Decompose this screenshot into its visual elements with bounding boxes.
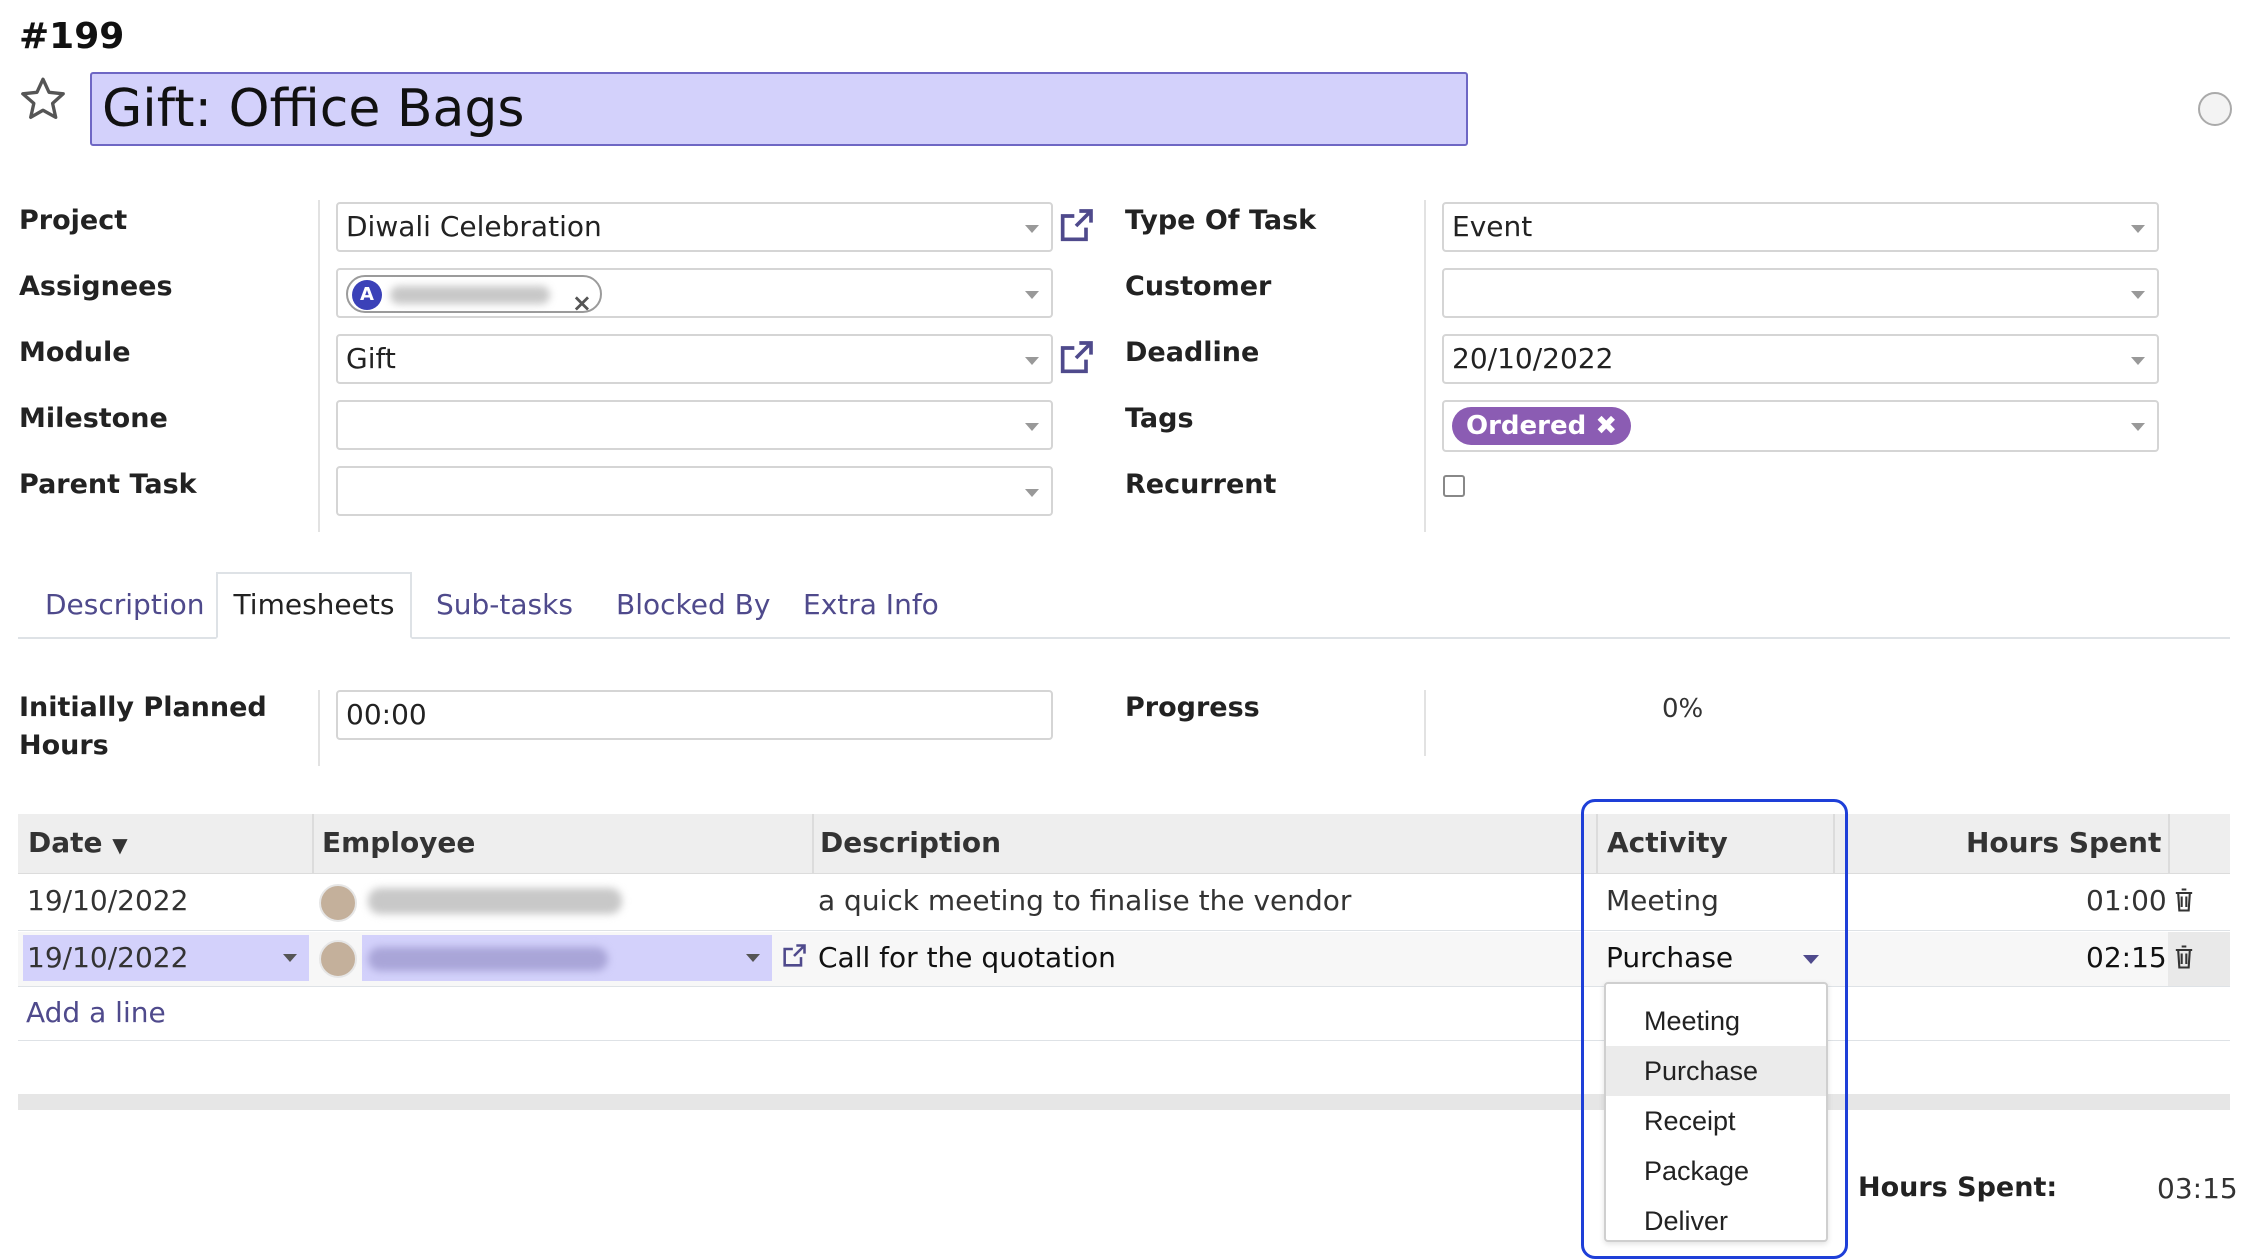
add-line-link[interactable]: Add a line — [26, 996, 166, 1029]
column-divider — [312, 814, 314, 874]
recurrent-label: Recurrent — [1125, 469, 1277, 500]
chevron-down-icon — [1025, 225, 1039, 233]
column-divider — [2168, 814, 2170, 874]
task-title-input[interactable]: Gift: Office Bags — [90, 72, 1468, 146]
row2-description[interactable]: Call for the quotation — [818, 941, 1116, 974]
parent-task-field[interactable] — [336, 466, 1053, 516]
close-icon[interactable]: ✖ — [1595, 411, 1617, 441]
type-of-task-value: Event — [1452, 210, 1533, 243]
row2-hours[interactable]: 02:15 — [2086, 941, 2167, 974]
planned-hours-label-line1: Initially Planned — [19, 692, 267, 723]
chevron-down-icon — [1025, 489, 1039, 497]
blurred-employee-name — [368, 947, 608, 971]
project-label: Project — [19, 205, 128, 236]
star-icon[interactable] — [18, 74, 68, 124]
row1-hours[interactable]: 01:00 — [2086, 884, 2167, 917]
customer-label: Customer — [1125, 271, 1272, 302]
row-divider — [18, 1040, 2230, 1041]
chevron-down-icon — [2131, 225, 2145, 233]
external-link-icon[interactable] — [780, 942, 808, 970]
chevron-down-icon — [283, 954, 297, 962]
row1-description[interactable]: a quick meeting to finalise the vendor — [818, 884, 1351, 917]
assignee-chip[interactable]: A × — [346, 275, 602, 317]
chevron-down-icon — [1025, 423, 1039, 431]
status-indicator[interactable] — [2198, 92, 2232, 126]
parent-task-label: Parent Task — [19, 469, 197, 500]
employee-avatar — [319, 940, 357, 978]
module-label: Module — [19, 337, 131, 368]
tab-blocked-by[interactable]: Blocked By — [616, 588, 770, 621]
tags-field[interactable]: Ordered ✖ — [1442, 400, 2159, 452]
planned-hours-input[interactable]: 00:00 — [336, 690, 1053, 740]
project-value: Diwali Celebration — [346, 210, 602, 243]
row-divider — [18, 986, 2230, 987]
tag-chip-ordered[interactable]: Ordered ✖ — [1452, 407, 1632, 445]
milestone-label: Milestone — [19, 403, 168, 434]
column-employee[interactable]: Employee — [322, 826, 475, 859]
left-divider — [318, 200, 320, 532]
chevron-down-icon — [2131, 357, 2145, 365]
row2-date-input[interactable]: 19/10/2022 — [23, 935, 309, 981]
assignees-label: Assignees — [19, 271, 173, 302]
progress-value: 0% — [1662, 694, 1704, 724]
progress-label: Progress — [1125, 692, 1260, 723]
right-divider — [1424, 200, 1426, 532]
type-of-task-label: Type Of Task — [1125, 205, 1317, 236]
trash-icon[interactable] — [2172, 886, 2196, 914]
tab-description[interactable]: Description — [45, 588, 204, 621]
tag-chip-label: Ordered — [1466, 411, 1587, 441]
column-description[interactable]: Description — [820, 826, 1001, 859]
tags-label: Tags — [1125, 403, 1194, 434]
customer-field[interactable] — [1442, 268, 2159, 318]
module-field[interactable]: Gift — [336, 334, 1053, 384]
milestone-field[interactable] — [336, 400, 1053, 450]
column-hours-spent[interactable]: Hours Spent — [1966, 826, 2161, 859]
deadline-field[interactable]: 20/10/2022 — [1442, 334, 2159, 384]
tab-extra-info[interactable]: Extra Info — [803, 588, 939, 621]
recurrent-checkbox[interactable] — [1443, 475, 1465, 497]
progress-divider — [1424, 690, 1426, 756]
deadline-value: 20/10/2022 — [1452, 342, 1614, 375]
trash-icon[interactable] — [2172, 943, 2196, 971]
total-hours-label: Hours Spent: — [1858, 1172, 2058, 1203]
chevron-down-icon — [2131, 423, 2145, 431]
blurred-name — [390, 286, 550, 304]
chevron-down-icon — [1025, 357, 1039, 365]
total-hours-value: 03:15 — [2157, 1172, 2238, 1205]
table-footer — [18, 1094, 2230, 1110]
close-icon[interactable]: × — [572, 280, 592, 326]
planned-hours-label-line2: Hours — [19, 730, 109, 761]
assignees-field[interactable]: A × — [336, 268, 1053, 318]
external-link-icon[interactable] — [1056, 206, 1096, 246]
chevron-down-icon — [1025, 291, 1039, 299]
chevron-down-icon — [746, 954, 760, 962]
row-divider — [18, 930, 2230, 931]
planned-divider — [318, 690, 320, 766]
employee-avatar — [319, 884, 357, 922]
project-field[interactable]: Diwali Celebration — [336, 202, 1053, 252]
row1-date[interactable]: 19/10/2022 — [27, 884, 188, 917]
chevron-down-icon — [2131, 291, 2145, 299]
column-date-label: Date — [28, 826, 103, 859]
assignee-avatar: A — [352, 280, 382, 310]
blurred-employee-name — [368, 888, 622, 914]
module-value: Gift — [346, 342, 396, 375]
deadline-label: Deadline — [1125, 337, 1260, 368]
tab-sub-tasks[interactable]: Sub-tasks — [436, 588, 573, 621]
external-link-icon[interactable] — [1056, 338, 1096, 378]
row2-date: 19/10/2022 — [27, 941, 189, 974]
sort-desc-icon: ▼ — [112, 833, 128, 857]
column-divider — [812, 814, 814, 874]
type-of-task-field[interactable]: Event — [1442, 202, 2159, 252]
task-number: #199 — [19, 16, 125, 57]
activity-column-highlight — [1581, 799, 1848, 1259]
row2-employee-input[interactable] — [362, 935, 772, 981]
tab-timesheets[interactable]: Timesheets — [216, 572, 412, 639]
column-date[interactable]: Date ▼ — [28, 826, 128, 859]
